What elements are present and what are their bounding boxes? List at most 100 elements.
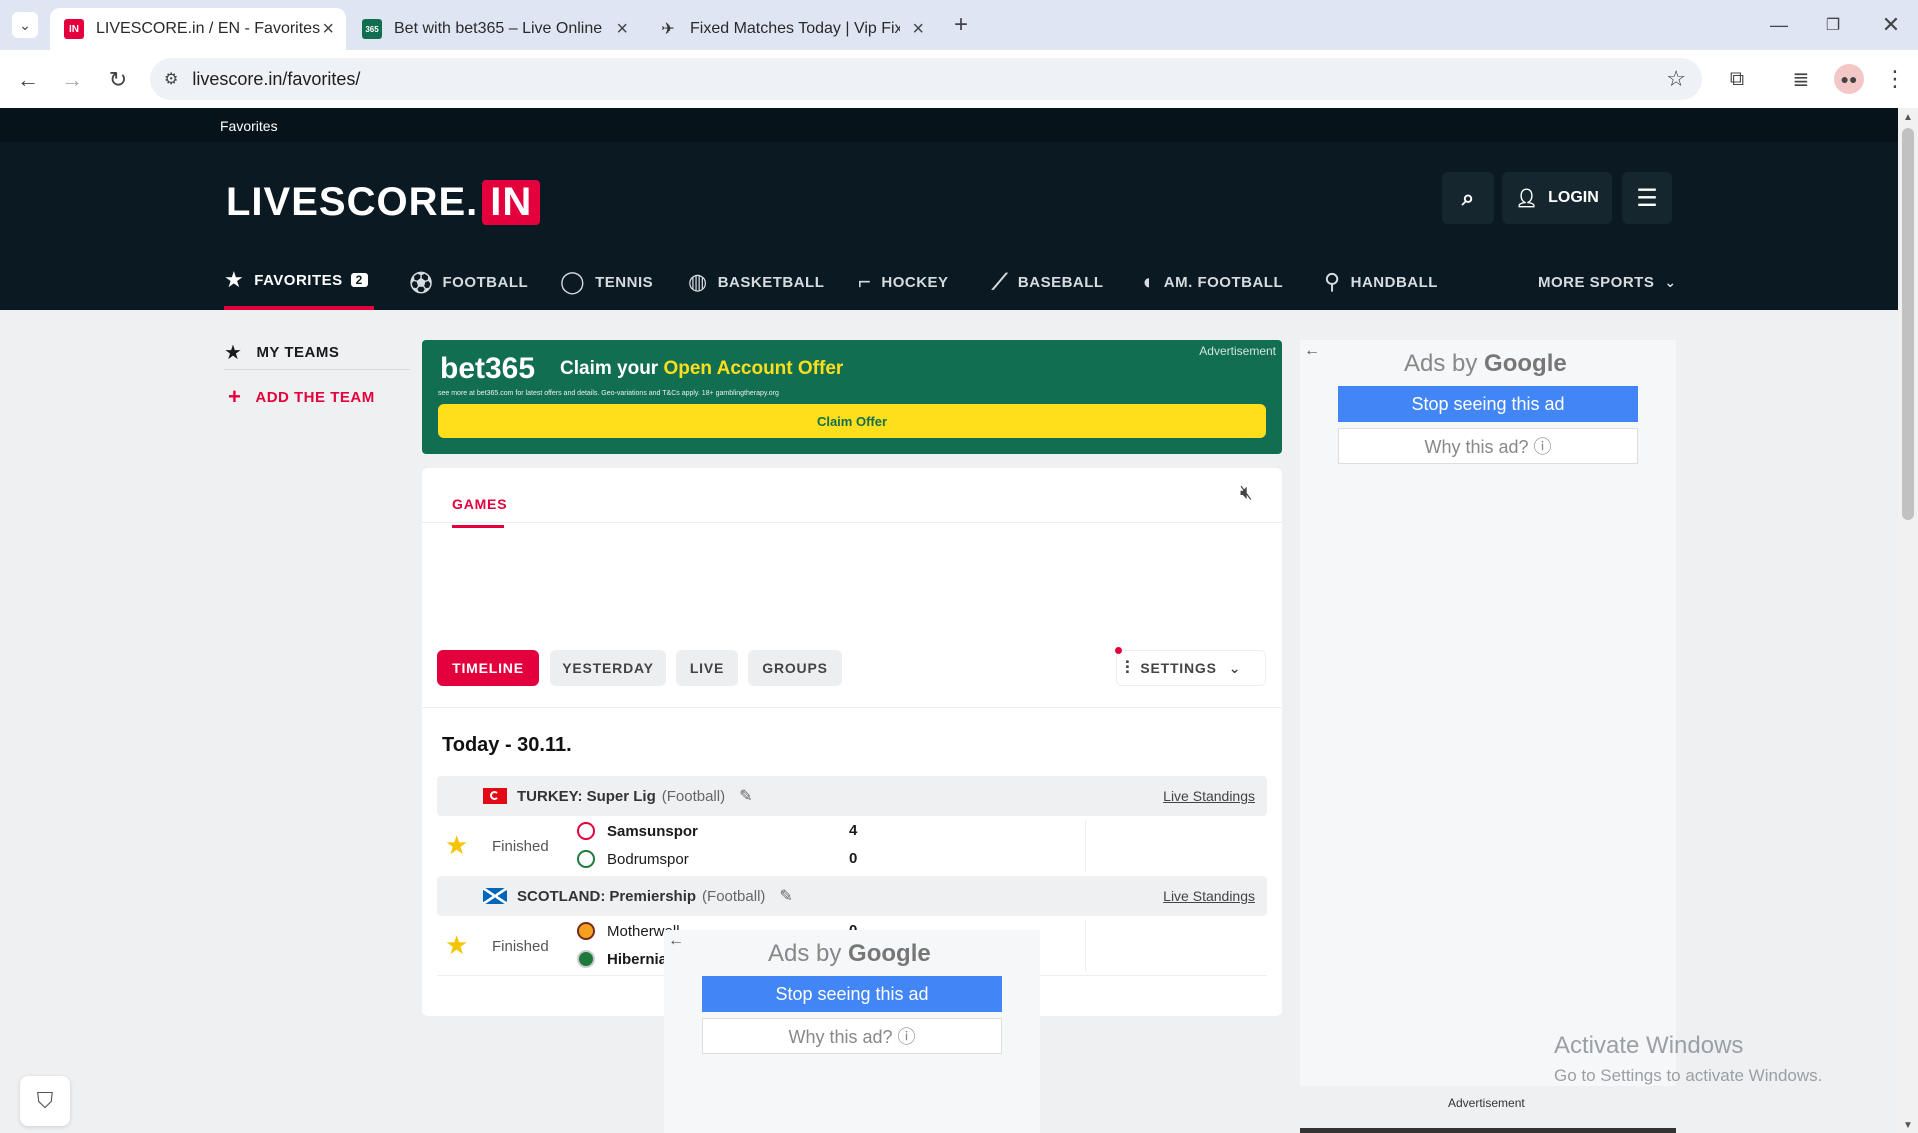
filter-timeline[interactable]: TIMELINE	[437, 650, 539, 686]
nav-label: BASEBALL	[1017, 273, 1104, 291]
nav-label: FOOTBALL	[442, 273, 529, 291]
browser-tab-strip: ⌄ IN LIVESCORE.in / EN - Favorites × 365…	[0, 0, 1918, 50]
close-tab-icon[interactable]: ×	[616, 18, 628, 41]
stop-seeing-ad-button[interactable]: Stop seeing this ad	[702, 976, 1002, 1012]
live-standings-link[interactable]: Live Standings	[1163, 788, 1255, 804]
page-scrollbar[interactable]: ▲ ▼	[1898, 108, 1918, 1133]
new-tab-icon[interactable]: +	[948, 11, 974, 38]
browser-toolbar: ← → ↻ ⚙ livescore.in/favorites/ ☆ ⧉ ≣ ●●…	[0, 50, 1918, 108]
media-controls-icon[interactable]: ≣	[1786, 64, 1816, 94]
tab-title: Bet with bet365 – Live Online B	[394, 20, 604, 37]
scrollbar-thumb[interactable]	[1902, 128, 1914, 520]
sliders-icon: ⫶	[1125, 657, 1131, 678]
league-header-scotland[interactable]: SCOTLAND: Premiership (Football) ✎ Live …	[437, 876, 1267, 916]
chevron-down-icon: ⌄	[1664, 273, 1677, 290]
url-text: livescore.in/favorites/	[192, 68, 361, 89]
breadcrumb[interactable]: Favorites	[220, 118, 278, 134]
banner-fineprint: see more at bet365.com for latest offers…	[438, 390, 779, 397]
home-team-name: Samsunspor	[607, 822, 698, 840]
back-arrow-icon[interactable]: ←	[1304, 342, 1320, 360]
home-team: Samsunspor	[577, 822, 698, 840]
nav-baseball[interactable]: ⟋ BASEBALL	[992, 254, 1104, 310]
scroll-down-arrow[interactable]: ▼	[1903, 1120, 1913, 1131]
nav-label: MORE SPORTS	[1538, 273, 1655, 291]
hibernian-crest-icon	[577, 950, 595, 968]
match-row[interactable]: ★ Finished Samsunspor Bodrumspor 4 0	[437, 816, 1267, 876]
league-name: Super Lig	[586, 787, 656, 805]
games-tab-label: GAMES	[452, 496, 508, 512]
nav-hockey[interactable]: ⌐ HOCKEY	[858, 254, 949, 310]
favorite-star-icon[interactable]: ★	[445, 930, 468, 961]
plus-icon: +	[228, 384, 242, 409]
tab-search-icon[interactable]: ⌄	[12, 12, 38, 38]
sound-off-icon[interactable]: 🔇︎	[1240, 482, 1253, 505]
browser-tab-bet365[interactable]: 365 Bet with bet365 – Live Online B ×	[348, 8, 640, 50]
page-viewport: Favorites LIVESCORE. IN ⌕ 👤︎ LOGIN ☰ ★ FA…	[0, 108, 1898, 1133]
games-tab-underline	[452, 525, 504, 528]
pin-icon[interactable]: ✎	[779, 886, 792, 906]
settings-dropdown[interactable]: ⫶ SETTINGS ⌄	[1115, 647, 1266, 686]
minimize-icon[interactable]: —	[1764, 10, 1794, 40]
livescore-logo[interactable]: LIVESCORE. IN	[226, 180, 541, 225]
my-teams-item[interactable]: ★ MY TEAMS	[224, 340, 339, 365]
bookmark-star-icon[interactable]: ☆	[1666, 66, 1686, 92]
login-label: LOGIN	[1548, 189, 1599, 206]
close-tab-icon[interactable]: ×	[912, 18, 924, 41]
close-tab-icon[interactable]: ×	[322, 18, 334, 41]
hamburger-menu-button[interactable]: ☰	[1622, 172, 1672, 224]
google-ad-bottom: ← Ads by Google Stop seeing this ad Why …	[664, 930, 1040, 1133]
restore-icon[interactable]: ❐	[1818, 10, 1848, 40]
filter-live[interactable]: LIVE	[676, 650, 738, 686]
nav-label: BASKETBALL	[717, 273, 825, 291]
filter-groups[interactable]: GROUPS	[748, 650, 842, 686]
address-bar[interactable]: ⚙ livescore.in/favorites/ ☆	[150, 58, 1702, 100]
samsunspor-crest-icon	[577, 822, 595, 840]
stop-seeing-ad-button[interactable]: Stop seeing this ad	[1338, 386, 1638, 422]
extensions-icon[interactable]: ⧉	[1722, 64, 1752, 94]
forward-icon[interactable]: →	[58, 66, 86, 94]
bet365-banner[interactable]: Advertisement bet365 Claim your Open Acc…	[422, 340, 1282, 454]
favorite-star-icon[interactable]: ★	[445, 830, 468, 861]
claim-offer-button[interactable]: Claim Offer	[438, 404, 1266, 438]
browser-tab-livescore[interactable]: IN LIVESCORE.in / EN - Favorites ×	[50, 8, 346, 50]
nav-tennis[interactable]: ◯ TENNIS	[560, 254, 653, 310]
home-score: 4	[849, 822, 858, 839]
nav-am-football[interactable]: ◖ AM. FOOTBALL	[1140, 254, 1283, 310]
filters-divider	[422, 707, 1282, 708]
privacy-shield-button[interactable]: ⛉	[20, 1076, 70, 1126]
nav-basketball[interactable]: ◍ BASKETBALL	[688, 254, 824, 310]
back-arrow-icon[interactable]: ←	[668, 932, 684, 950]
site-info-icon[interactable]: ⚙	[164, 69, 178, 89]
league-header-turkey[interactable]: TURKEY: Super Lig (Football) ✎ Live Stan…	[437, 776, 1267, 816]
login-button[interactable]: 👤︎ LOGIN	[1502, 172, 1612, 224]
hamburger-icon: ☰	[1636, 184, 1658, 212]
tennis-racket-icon: ◯	[560, 269, 586, 294]
google-text: Google	[848, 940, 931, 967]
add-team-label: ADD THE TEAM	[255, 388, 375, 406]
live-standings-link[interactable]: Live Standings	[1163, 888, 1255, 904]
ads-by-google-title: Ads by Google	[768, 940, 931, 968]
league-country: TURKEY:	[517, 787, 583, 805]
nav-more-sports[interactable]: MORE SPORTS ⌄	[1538, 254, 1677, 310]
settings-label: SETTINGS	[1140, 660, 1217, 676]
browser-tab-fixed-matches[interactable]: ✈ Fixed Matches Today | Vip Fixed ×	[644, 8, 936, 50]
header-top-strip	[0, 108, 1898, 142]
search-button[interactable]: ⌕	[1442, 172, 1494, 224]
close-window-icon[interactable]: ✕	[1876, 10, 1906, 40]
why-this-ad-button[interactable]: Why this ad? ⓘ	[1338, 428, 1638, 464]
scroll-up-arrow[interactable]: ▲	[1903, 112, 1913, 123]
score-divider	[1085, 820, 1086, 872]
league-country: SCOTLAND:	[517, 887, 606, 905]
nav-favorites[interactable]: ★ FAVORITES 2	[224, 254, 374, 310]
score-divider	[1085, 920, 1086, 972]
why-this-ad-button[interactable]: Why this ad? ⓘ	[702, 1018, 1002, 1054]
profile-avatar-icon[interactable]: ●●	[1834, 64, 1864, 94]
reload-icon[interactable]: ↻	[104, 66, 132, 94]
browser-menu-icon[interactable]: ⋮	[1880, 64, 1910, 94]
add-team-link[interactable]: + ADD THE TEAM	[224, 384, 375, 410]
back-icon[interactable]: ←	[14, 66, 42, 94]
nav-handball[interactable]: ⚲ HANDBALL	[1324, 254, 1438, 310]
nav-football[interactable]: ⚽︎ FOOTBALL	[410, 254, 528, 310]
pin-icon[interactable]: ✎	[739, 786, 752, 806]
filter-yesterday[interactable]: YESTERDAY	[550, 650, 666, 686]
